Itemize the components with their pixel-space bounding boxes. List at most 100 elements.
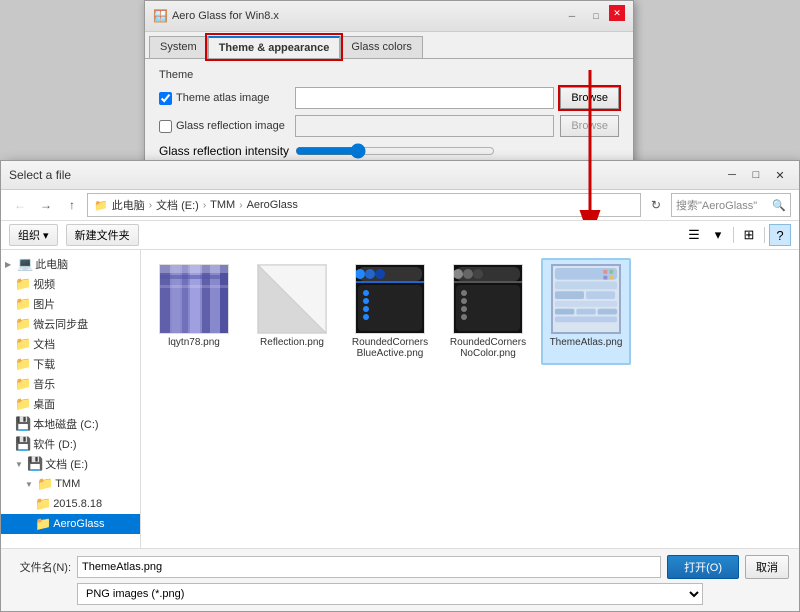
file-thumb-lqytn78 xyxy=(159,264,229,334)
bg-dialog-title: Aero Glass for Win8.x xyxy=(172,10,279,22)
file-lqytn78[interactable]: lqytn78.png xyxy=(149,258,239,365)
fd-open-btn[interactable]: 打开(O) xyxy=(667,555,739,579)
fd-up-btn[interactable]: ↑ xyxy=(61,194,83,216)
tree-video[interactable]: 📁 视频 xyxy=(1,274,140,294)
bg-dialog-content: Theme Theme atlas image Browse Glass ref… xyxy=(145,59,633,169)
tree-weiyun[interactable]: 📁 微云同步盘 xyxy=(1,314,140,334)
file-thumb-rounded-no xyxy=(453,264,523,334)
theme-atlas-browse-btn[interactable]: Browse xyxy=(560,87,619,109)
file-name-theme-atlas: ThemeAtlas.png xyxy=(550,337,623,348)
tree-pc[interactable]: ▶ 💻 此电脑 xyxy=(1,254,140,274)
tree-2015[interactable]: 📁 2015.8.18 xyxy=(1,494,140,514)
tree-drive-c[interactable]: 💾 本地磁盘 (C:) xyxy=(1,414,140,434)
fd-close-btn[interactable]: ✕ xyxy=(769,166,791,184)
file-preview-theme-atlas xyxy=(553,265,619,333)
tree-tmm[interactable]: ▼ 📁 TMM xyxy=(1,474,140,494)
bg-dialog-controls: ─ □ ✕ xyxy=(561,5,625,27)
fd-titlebar: Select a file ─ □ ✕ xyxy=(1,161,799,190)
path-pc: 此电脑 xyxy=(112,197,145,213)
theme-atlas-label: Theme atlas image xyxy=(176,92,270,104)
glass-reflection-input[interactable] xyxy=(295,115,554,137)
tab-system[interactable]: System xyxy=(149,36,208,58)
fd-view-dropdown-btn[interactable]: ▾ xyxy=(707,224,729,246)
tree-download[interactable]: 📁 下载 xyxy=(1,354,140,374)
file-preview-rounded-no xyxy=(454,265,522,333)
tree-pictures[interactable]: 📁 图片 xyxy=(1,294,140,314)
search-text: 搜索"AeroGlass" xyxy=(676,197,757,213)
file-preview-reflection xyxy=(258,265,326,333)
glass-intensity-slider[interactable] xyxy=(295,143,495,159)
fd-preview-btn[interactable]: ⊞ xyxy=(738,224,760,246)
bg-close-btn[interactable]: ✕ xyxy=(609,5,625,21)
glass-intensity-row: Glass reflection intensity xyxy=(159,143,619,159)
tree-drive-d[interactable]: 💾 软件 (D:) xyxy=(1,434,140,454)
tree-docs[interactable]: 📁 文档 xyxy=(1,334,140,354)
fd-filename-input[interactable] xyxy=(77,556,661,578)
tree-aeroglass[interactable]: 📁 AeroGlass xyxy=(1,514,140,534)
bg-tabs: System Theme & appearance Glass colors xyxy=(145,32,633,59)
fd-organize-btn[interactable]: 组织 ▾ xyxy=(9,224,58,246)
fd-cancel-btn[interactable]: 取消 xyxy=(745,555,789,579)
path-docs: 文档 (E:) xyxy=(156,197,199,213)
fd-files: lqytn78.png Reflection.png xyxy=(141,250,799,548)
glass-reflection-browse-btn[interactable]: Browse xyxy=(560,115,619,137)
bg-max-btn[interactable]: □ xyxy=(585,5,607,27)
fd-bottom: 文件名(N): 打开(O) 取消 PNG images (*.png) xyxy=(1,548,799,611)
fd-new-folder-btn[interactable]: 新建文件夹 xyxy=(66,224,139,246)
fd-actions-bar: 组织 ▾ 新建文件夹 ☰ ▾ ⊞ ? xyxy=(1,221,799,250)
file-preview-lqytn78 xyxy=(160,265,228,333)
file-reflection[interactable]: Reflection.png xyxy=(247,258,337,365)
fd-back-btn[interactable]: ← xyxy=(9,194,31,216)
theme-section-label: Theme xyxy=(159,69,619,81)
file-name-lqytn78: lqytn78.png xyxy=(168,337,220,348)
fd-help-btn[interactable]: ? xyxy=(769,224,791,246)
bg-titlebar-left: 🪟 Aero Glass for Win8.x xyxy=(153,9,279,23)
file-theme-atlas[interactable]: ThemeAtlas.png xyxy=(541,258,631,365)
bg-min-btn[interactable]: ─ xyxy=(561,5,583,27)
glass-intensity-label: Glass reflection intensity xyxy=(159,144,289,158)
fd-view-list-btn[interactable]: ☰ xyxy=(683,224,705,246)
tab-glass-colors[interactable]: Glass colors xyxy=(340,36,423,58)
fd-filename-label: 文件名(N): xyxy=(11,559,71,575)
tree-desktop[interactable]: 📁 桌面 xyxy=(1,394,140,414)
theme-atlas-row: Theme atlas image Browse xyxy=(159,87,619,109)
tree-music[interactable]: 📁 音乐 xyxy=(1,374,140,394)
path-aeroglass: AeroGlass xyxy=(247,199,298,211)
file-rounded-blue[interactable]: RoundedCornersBlueActive.png xyxy=(345,258,435,365)
fd-filetype-row: PNG images (*.png) xyxy=(11,583,789,605)
fd-max-btn[interactable]: □ xyxy=(745,166,767,184)
aero-glass-icon: 🪟 xyxy=(153,9,168,23)
bg-dialog-titlebar: 🪟 Aero Glass for Win8.x ─ □ ✕ xyxy=(145,1,633,32)
file-name-reflection: Reflection.png xyxy=(260,337,324,348)
fd-toolbar: ← → ↑ 📁 此电脑 › 文档 (E:) › TMM › AeroGlass … xyxy=(1,190,799,221)
fd-filetype-select[interactable]: PNG images (*.png) xyxy=(77,583,703,605)
file-rounded-no[interactable]: RoundedCornersNoColor.png xyxy=(443,258,533,365)
glass-reflection-label: Glass reflection image xyxy=(176,120,285,132)
path-tmm: TMM xyxy=(210,199,235,211)
theme-atlas-checkbox-row: Theme atlas image xyxy=(159,92,289,105)
fd-main: ▶ 💻 此电脑 📁 视频 📁 图片 📁 微云同步盘 📁 文档 📁 xyxy=(1,250,799,548)
fd-path-bar[interactable]: 📁 此电脑 › 文档 (E:) › TMM › AeroGlass xyxy=(87,193,641,217)
tab-theme-appearance[interactable]: Theme & appearance xyxy=(208,36,341,58)
fd-view-controls: ☰ ▾ ⊞ ? xyxy=(683,224,791,246)
theme-atlas-checkbox[interactable] xyxy=(159,92,172,105)
fd-forward-btn[interactable]: → xyxy=(35,194,57,216)
tree-drive-e[interactable]: ▼ 💾 文档 (E:) xyxy=(1,454,140,474)
glass-reflection-checkbox[interactable] xyxy=(159,120,172,133)
fd-view-sep2 xyxy=(764,227,765,243)
theme-atlas-input[interactable] xyxy=(295,87,554,109)
file-thumb-theme-atlas xyxy=(551,264,621,334)
fd-filename-row: 文件名(N): 打开(O) 取消 xyxy=(11,555,789,579)
file-thumb-rounded-blue xyxy=(355,264,425,334)
search-icon: 🔍 xyxy=(772,199,786,212)
fd-refresh-btn[interactable]: ↻ xyxy=(645,194,667,216)
fd-min-btn[interactable]: ─ xyxy=(721,166,743,184)
file-name-rounded-no: RoundedCornersNoColor.png xyxy=(449,337,527,359)
glass-reflection-row: Glass reflection image Browse xyxy=(159,115,619,137)
file-dialog: Select a file ─ □ ✕ ← → ↑ 📁 此电脑 › 文档 (E:… xyxy=(0,160,800,612)
fd-title-controls: ─ □ ✕ xyxy=(721,166,791,184)
fd-view-sep xyxy=(733,227,734,243)
file-preview-rounded-blue xyxy=(356,265,424,333)
fd-search-box: 搜索"AeroGlass" 🔍 xyxy=(671,193,791,217)
path-icon: 📁 xyxy=(94,199,108,212)
